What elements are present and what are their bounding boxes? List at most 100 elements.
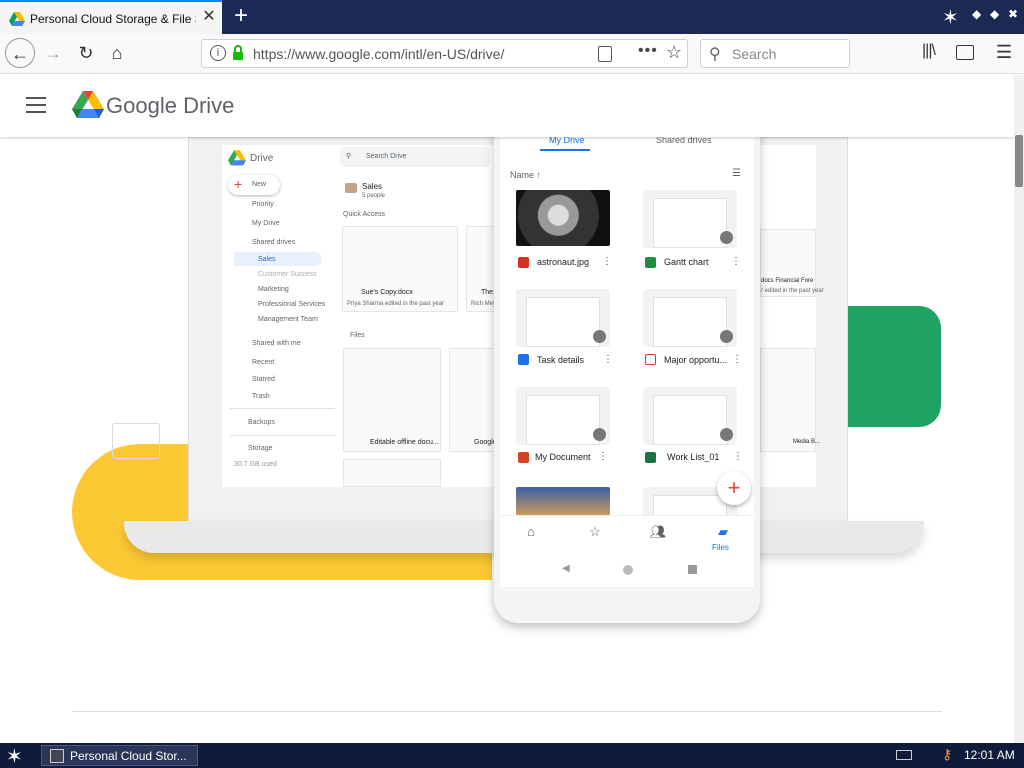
nav-priority: Priority — [252, 201, 274, 208]
new-button: + New — [228, 175, 280, 195]
star-icon: ☆ — [589, 524, 601, 539]
site-info-icon[interactable]: i — [210, 45, 226, 61]
nav-my-drive: My Drive — [252, 220, 280, 227]
card-subtitle: Priya Sharma edited in the past year — [347, 301, 445, 307]
tab-strip: Personal Cloud Storage & File Sha ✕ + ✶ … — [0, 0, 1024, 34]
file-thumbnail — [643, 387, 737, 445]
image-file-icon — [518, 257, 529, 268]
google-drive-logo-icon[interactable] — [72, 91, 104, 119]
back-button[interactable]: ← — [5, 38, 35, 68]
files-folder-icon: ▰ — [718, 524, 728, 539]
shared-icon — [720, 330, 733, 343]
library-icon[interactable]: |||\ — [922, 42, 936, 60]
quick-access-heading: Quick Access — [343, 211, 386, 218]
drive-app-logo-icon — [228, 150, 246, 166]
nav-management-team: Management Team — [258, 316, 318, 323]
file-thumbnail — [643, 190, 737, 248]
reader-view-icon[interactable] — [598, 46, 612, 62]
home-button[interactable]: ⌂ — [102, 38, 132, 68]
phone-screen: My Drive Shared drives Name ↑ ☰ astronau… — [500, 115, 754, 587]
quick-access-card: The... Rich Mey... — [466, 226, 501, 312]
clock[interactable]: 12:01 AM — [964, 748, 1015, 762]
site-header: Google Drive — [0, 75, 1014, 137]
window-menu-star-icon[interactable]: ✶ — [942, 5, 959, 30]
file-name: My Document — [535, 452, 591, 462]
page-actions-icon[interactable]: ••• — [638, 42, 658, 60]
more-options-icon: ⋮ — [603, 354, 613, 365]
active-tab-indicator — [540, 149, 590, 151]
nav-customer-success: Customer Success — [258, 271, 317, 278]
file-thumbnail — [516, 387, 610, 445]
nav-shared-drives: Shared drives — [252, 239, 296, 246]
phone-system-nav: ◀ — [500, 559, 754, 587]
scrollbar-thumb[interactable] — [1015, 135, 1023, 187]
sheets-file-icon — [645, 257, 656, 268]
home-circle-icon — [623, 565, 633, 575]
sales-folder-icon — [345, 183, 357, 193]
files-heading: Files — [350, 332, 365, 339]
excel-file-icon — [645, 452, 656, 463]
slides-file-icon — [518, 452, 529, 463]
files-nav-label: Files — [712, 543, 729, 552]
pdf-file-icon — [645, 354, 656, 365]
search-bar[interactable]: ⚲ Search — [700, 39, 850, 68]
quick-access-card: docs Financial Fore r edited in the past… — [760, 229, 824, 297]
file-name: astronaut.jpg — [537, 257, 590, 267]
maximize-icon[interactable]: ◆ — [990, 7, 999, 21]
taskbar-window-label: Personal Cloud Stor... — [70, 749, 187, 763]
more-options-icon: ⋮ — [598, 451, 608, 462]
tab-close-icon[interactable]: ✕ — [200, 8, 218, 26]
nav-shared-with-me: Shared with me — [252, 340, 301, 347]
quick-access-card: Sue's Copy.docx Priya Sharma edited in t… — [342, 226, 458, 312]
google-drive-favicon-icon — [9, 12, 25, 26]
tab-google-drive[interactable]: Personal Cloud Storage & File Sha ✕ — [0, 0, 222, 34]
file-thumbnail — [643, 289, 737, 347]
search-placeholder: Search — [732, 46, 777, 62]
minimize-icon[interactable]: ◆ — [972, 7, 981, 21]
page-scrollbar[interactable] — [1014, 75, 1024, 743]
new-tab-button[interactable]: + — [230, 4, 252, 28]
shared-icon — [593, 428, 606, 441]
key-icon[interactable]: ⚷ — [942, 746, 952, 763]
file-card: Google... — [449, 348, 502, 452]
sidebar-icon[interactable] — [956, 45, 974, 60]
bookmark-star-icon[interactable]: ☆ — [666, 42, 682, 63]
nav-divider — [230, 435, 335, 436]
drive-search-placeholder: Search Drive — [366, 153, 407, 160]
drive-search-box: ⚲ Search Drive — [340, 147, 490, 167]
nav-backups: Backups — [248, 419, 275, 426]
phone-bottom-nav: ⌂ ☆ 👥︎ ▰ Files — [500, 515, 754, 559]
brand-name[interactable]: Google Drive — [106, 93, 234, 119]
more-options-icon: ⋮ — [602, 256, 612, 267]
nav-sales-highlight — [234, 252, 322, 266]
card-title: Editable offline docu... — [370, 439, 439, 446]
nav-trash: Trash — [252, 393, 270, 400]
hamburger-menu-icon[interactable] — [26, 97, 46, 113]
more-options-icon: ⋮ — [731, 256, 741, 267]
storage-used: 30.7 GB used — [234, 461, 277, 468]
navigation-bar: ← → ↻ ⌂ i https://www.google.com/intl/en… — [0, 34, 1024, 74]
reload-button[interactable]: ↻ — [71, 38, 101, 68]
keyboard-icon[interactable] — [896, 750, 912, 760]
url-text[interactable]: https://www.google.com/intl/en-US/drive/ — [253, 46, 504, 62]
home-icon: ⌂ — [527, 524, 535, 539]
start-menu-icon[interactable]: ✶ — [6, 744, 23, 768]
back-triangle-icon: ◀ — [562, 563, 570, 574]
drive-app-name: Drive — [250, 153, 274, 164]
taskbar-window-button[interactable]: Personal Cloud Stor... — [41, 745, 198, 766]
sort-by-name: Name ↑ — [510, 170, 542, 180]
url-bar[interactable]: i https://www.google.com/intl/en-US/driv… — [201, 39, 688, 68]
nav-divider — [230, 408, 335, 409]
close-window-icon[interactable]: ✖ — [1008, 7, 1018, 21]
forward-button[interactable]: → — [38, 38, 68, 68]
menu-icon[interactable]: ☰ — [996, 42, 1012, 63]
file-name: Gantt chart — [664, 257, 709, 267]
file-name: Work List_01 — [667, 452, 720, 462]
add-fab-button: + — [717, 471, 751, 505]
plus-icon: + — [727, 475, 741, 500]
card-title: docs Financial Fore — [761, 278, 814, 284]
docs-file-icon — [518, 354, 529, 365]
section-divider — [72, 711, 942, 712]
more-options-icon: ⋮ — [732, 354, 742, 365]
astronaut-thumbnail — [516, 190, 610, 246]
